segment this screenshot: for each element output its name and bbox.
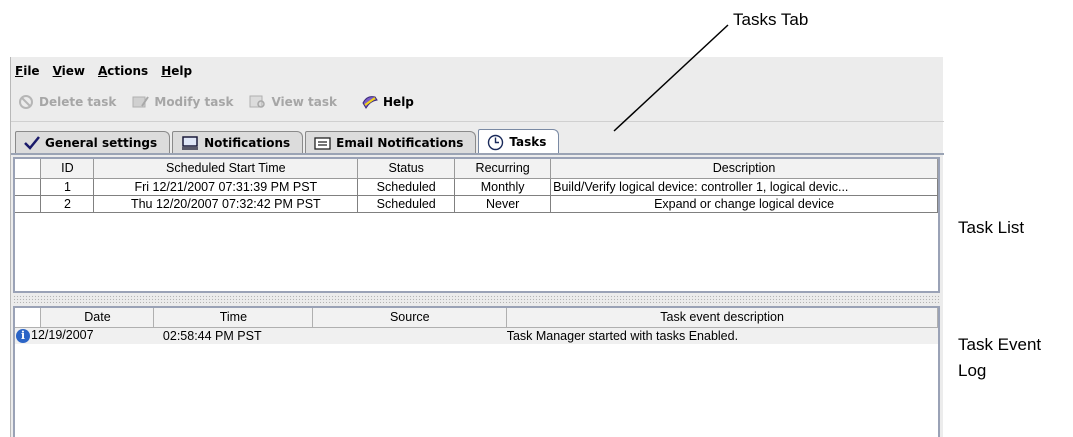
task-id: 1 bbox=[40, 177, 95, 196]
event-log-col-source[interactable]: Source bbox=[312, 308, 508, 328]
callout-task-event-log-line2: Log bbox=[958, 361, 987, 380]
delete-task-icon bbox=[17, 94, 35, 110]
callout-task-event-log-line1: Task Event bbox=[958, 335, 1042, 354]
table-row[interactable]: 2 Thu 12/20/2007 07:32:42 PM PST Schedul… bbox=[15, 194, 938, 213]
toolbar-divider bbox=[11, 121, 944, 122]
envelope-icon bbox=[314, 136, 331, 150]
modify-task-label: Modify task bbox=[154, 95, 234, 109]
modify-task-button[interactable]: Modify task bbox=[132, 94, 233, 110]
menu-view-mnemonic: V bbox=[52, 63, 62, 78]
event-log-col-date[interactable]: Date bbox=[40, 308, 155, 328]
monitor-icon bbox=[181, 135, 199, 151]
task-description: Build/Verify logical device: controller … bbox=[550, 177, 938, 196]
delete-task-label: Delete task bbox=[39, 95, 117, 109]
menu-help[interactable]: Help bbox=[161, 64, 192, 78]
menu-view[interactable]: View bbox=[53, 64, 85, 78]
task-list-col-description[interactable]: Description bbox=[550, 159, 938, 179]
task-list-panel: ID Scheduled Start Time Status Recurring… bbox=[13, 157, 940, 293]
menu-actions-mnemonic: A bbox=[98, 63, 108, 78]
task-start-time: Thu 12/20/2007 07:32:42 PM PST bbox=[93, 194, 359, 213]
menu-view-rest: iew bbox=[61, 63, 85, 78]
task-row-header bbox=[15, 194, 42, 213]
modify-task-icon bbox=[132, 94, 150, 110]
tab-email-notifications[interactable]: Email Notifications bbox=[305, 131, 477, 154]
menu-actions[interactable]: Actions bbox=[98, 64, 148, 78]
task-status: Scheduled bbox=[357, 177, 456, 196]
menu-actions-rest: ctions bbox=[107, 63, 149, 78]
task-description: Expand or change logical device bbox=[550, 194, 938, 213]
tab-tasks[interactable]: Tasks bbox=[478, 129, 560, 154]
event-log-col-time[interactable]: Time bbox=[153, 308, 314, 328]
event-log-col-description[interactable]: Task event description bbox=[506, 308, 938, 328]
app-window: File View Actions Help Delete task Modif… bbox=[10, 57, 944, 437]
menu-help-rest: elp bbox=[171, 63, 193, 78]
tab-email-notifications-label: Email Notifications bbox=[336, 136, 464, 150]
tab-tasks-label: Tasks bbox=[509, 135, 547, 149]
task-list-col-recurring[interactable]: Recurring bbox=[454, 159, 552, 179]
view-task-icon bbox=[249, 94, 267, 110]
task-list-col-status[interactable]: Status bbox=[357, 159, 456, 179]
tab-general-settings-label: General settings bbox=[45, 136, 158, 150]
help-button[interactable]: Help bbox=[361, 94, 414, 110]
split-pane-divider[interactable] bbox=[13, 295, 940, 303]
tab-divider bbox=[11, 153, 944, 155]
event-log-panel: Date Time Source Task event description … bbox=[13, 306, 940, 437]
task-list-rowheader-corner bbox=[15, 159, 42, 179]
delete-task-button[interactable]: Delete task bbox=[17, 94, 116, 110]
tab-notifications[interactable]: Notifications bbox=[172, 131, 304, 154]
event-log-table: Date Time Source Task event description … bbox=[15, 308, 938, 344]
task-id: 2 bbox=[40, 194, 95, 213]
callout-task-list: Task List bbox=[958, 218, 1025, 237]
info-icon: i bbox=[16, 329, 30, 344]
event-description: Task Manager started with tasks Enabled. bbox=[506, 327, 938, 344]
clock-icon bbox=[487, 134, 504, 151]
tab-bar: General settings Notifications Email Not… bbox=[15, 128, 561, 154]
menu-help-mnemonic: H bbox=[161, 63, 172, 78]
event-date: 12/19/2007 bbox=[31, 328, 94, 343]
checkmark-icon bbox=[24, 136, 40, 150]
event-source bbox=[312, 327, 507, 344]
task-list-col-start-time[interactable]: Scheduled Start Time bbox=[93, 159, 359, 179]
callout-task-event-log: Task Event Log bbox=[958, 332, 1041, 384]
task-status: Scheduled bbox=[357, 194, 456, 213]
tab-notifications-label: Notifications bbox=[204, 136, 291, 150]
tab-general-settings[interactable]: General settings bbox=[15, 131, 171, 154]
callout-tasks-tab: Tasks Tab bbox=[733, 10, 809, 29]
event-log-rowheader-corner bbox=[15, 308, 42, 328]
menu-file[interactable]: File bbox=[15, 64, 40, 78]
task-list-col-id[interactable]: ID bbox=[40, 159, 95, 179]
view-task-button[interactable]: View task bbox=[249, 94, 337, 110]
table-row[interactable]: 1 Fri 12/21/2007 07:31:39 PM PST Schedul… bbox=[15, 177, 938, 196]
menubar: File View Actions Help bbox=[11, 57, 944, 84]
task-start-time: Fri 12/21/2007 07:31:39 PM PST bbox=[93, 177, 359, 196]
event-time: 02:58:44 PM PST bbox=[153, 327, 313, 344]
task-row-header bbox=[15, 177, 42, 196]
event-log-header-row: Date Time Source Task event description bbox=[15, 308, 938, 328]
toolbar: Delete task Modify task View task Help bbox=[11, 87, 944, 117]
task-recurring: Monthly bbox=[454, 177, 552, 196]
task-list-table: ID Scheduled Start Time Status Recurring… bbox=[15, 159, 938, 213]
view-task-label: View task bbox=[271, 95, 338, 109]
event-date-cell: i 12/19/2007 bbox=[15, 327, 154, 344]
task-recurring: Never bbox=[454, 194, 552, 213]
menu-file-rest: ile bbox=[23, 63, 40, 78]
help-label: Help bbox=[383, 95, 414, 109]
help-icon bbox=[361, 94, 379, 110]
task-list-header-row: ID Scheduled Start Time Status Recurring… bbox=[15, 159, 938, 179]
table-row[interactable]: i 12/19/2007 02:58:44 PM PST Task Manager… bbox=[15, 327, 938, 344]
menu-file-mnemonic: F bbox=[15, 63, 24, 78]
